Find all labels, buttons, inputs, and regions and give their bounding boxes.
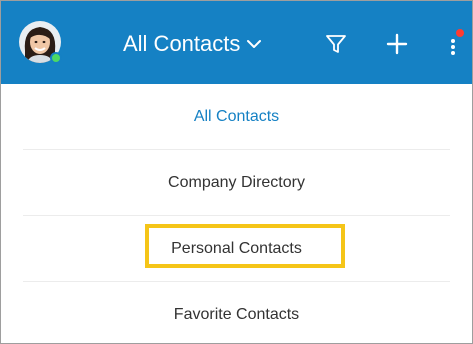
menu-item-company-directory[interactable]: Company Directory xyxy=(1,150,472,216)
filter-icon[interactable] xyxy=(324,32,348,56)
menu-item-label: Personal Contacts xyxy=(171,240,302,257)
menu-item-label: Company Directory xyxy=(168,174,305,191)
contacts-screen: All Contacts All Contacts Company Direct… xyxy=(0,0,473,344)
user-avatar[interactable] xyxy=(19,21,62,64)
menu-item-label: Favorite Contacts xyxy=(173,306,300,323)
app-bar: All Contacts xyxy=(1,1,472,84)
contacts-filter-dropdown[interactable]: All Contacts xyxy=(123,29,262,59)
menu-item-all-contacts[interactable]: All Contacts xyxy=(1,84,472,150)
chevron-down-icon xyxy=(247,40,262,48)
notification-dot xyxy=(456,29,464,37)
online-status-dot xyxy=(50,52,62,64)
contacts-filter-menu: All Contacts Company Directory Personal … xyxy=(1,84,472,343)
menu-item-label: All Contacts xyxy=(193,108,280,125)
page-title: All Contacts xyxy=(123,31,241,56)
menu-item-personal-contacts[interactable]: Personal Contacts xyxy=(1,216,472,282)
menu-item-favorite-contacts[interactable]: Favorite Contacts xyxy=(1,282,472,343)
plus-icon[interactable] xyxy=(385,32,409,56)
